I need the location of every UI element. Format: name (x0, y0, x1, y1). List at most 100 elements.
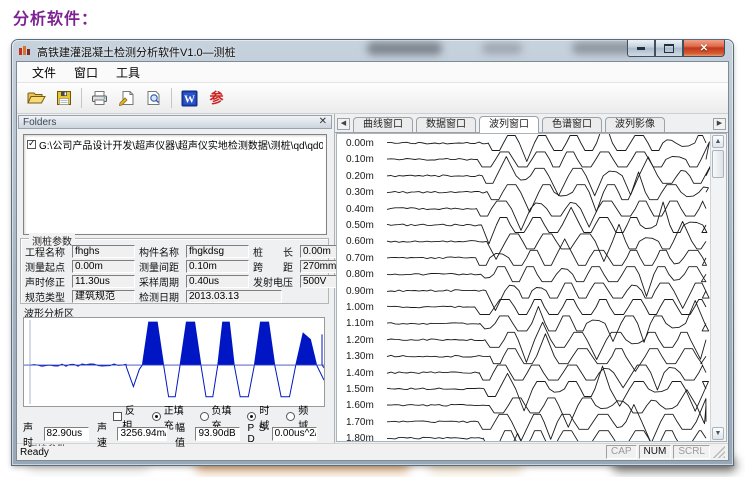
param-field[interactable]: 建筑规范 (72, 290, 135, 303)
scroll-up-icon[interactable]: ▲ (712, 135, 724, 148)
wave-trace-row-19 (387, 433, 706, 441)
toolbar-separator (81, 88, 82, 108)
folder-list-item[interactable]: G:\公司产品设计开发\超声仪器\超声仪实地检测数据\测桩\qd\qd03\qd… (27, 137, 323, 152)
page-heading: 分析软件： (13, 5, 98, 29)
toolbar: W 参 (17, 83, 728, 114)
tab-scroll-right-icon[interactable]: ▶ (713, 118, 726, 130)
depth-label: 0.60m (346, 236, 374, 247)
scroll-down-icon[interactable]: ▼ (712, 427, 724, 440)
print-preview-button[interactable] (140, 86, 167, 111)
tab-1[interactable]: 数据窗口 (416, 117, 476, 132)
readout-field[interactable]: 82.90us (44, 427, 89, 441)
report-page-icon (118, 90, 135, 106)
fill-radio[interactable] (152, 412, 161, 421)
minimize-icon (637, 47, 645, 50)
wave-trace-row-14 (387, 365, 706, 390)
readout-field[interactable]: 93.90dB (195, 427, 239, 441)
depth-label: 1.10m (346, 318, 374, 329)
status-cap: CAP (606, 445, 637, 459)
param-row: 工程名称fhghs构件名称fhgkdsg桩 长0.00m (25, 244, 325, 258)
param-label: 构件名称 (139, 244, 186, 259)
param-field[interactable]: 11.30us (72, 275, 135, 288)
param-label: 采样周期 (139, 274, 186, 289)
tab-0[interactable]: 曲线窗口 (353, 117, 413, 132)
param-field[interactable]: fhghs (72, 245, 135, 258)
readout-label: 幅 值 (175, 419, 193, 449)
open-file-button[interactable] (23, 86, 50, 111)
clipped-groupbox-label: 测桩参数 (27, 441, 67, 446)
depth-label: 0.20m (346, 171, 374, 182)
depth-label: 1.40m (346, 368, 374, 379)
param-label: 发射电压 (253, 274, 300, 289)
menu-item-0[interactable]: 文件 (23, 62, 65, 83)
depth-label: 0.70m (346, 253, 374, 264)
status-num: NUM (639, 445, 672, 459)
pile-params-grid: 工程名称fhghs构件名称fhgkdsg桩 长0.00m测量起点0.00m测量间… (25, 244, 325, 304)
param-field[interactable]: 0.40us (186, 275, 249, 288)
depth-label: 0.90m (346, 286, 374, 297)
printer-icon (91, 90, 108, 106)
depth-label: 1.60m (346, 400, 374, 411)
close-icon: ✕ (700, 43, 708, 54)
menu-item-2[interactable]: 工具 (107, 62, 149, 83)
param-label: 桩 长 (253, 244, 300, 259)
open-folder-icon (27, 90, 46, 106)
app-window-icon (19, 45, 33, 56)
status-bar: Ready CAPNUMSCRL (17, 443, 728, 460)
vertical-scrollbar[interactable]: ▲ ▼ (710, 134, 726, 441)
domain-radio[interactable] (286, 412, 295, 421)
scrollbar-thumb[interactable] (712, 150, 724, 178)
word-icon: W (181, 90, 198, 107)
param-field[interactable]: 2013.03.13 (186, 290, 282, 303)
parameters-button[interactable]: 参 (203, 86, 230, 111)
param-row: 规范类型建筑规范检测日期2013.03.13 (25, 289, 325, 303)
folder-path: G:\公司产品设计开发\超声仪器\超声仪实地检测数据\测桩\qd\qd03\qd… (39, 137, 323, 152)
title-bar[interactable]: 高铁建灌混凝土检测分析软件V1.0—测桩 ✕ (12, 40, 733, 61)
menu-item-1[interactable]: 窗口 (65, 62, 107, 83)
folders-close-icon[interactable]: ✕ (319, 117, 327, 127)
param-field[interactable]: 0.10m (186, 260, 249, 273)
wave-list-area[interactable]: 0.00m0.10m0.20m0.30m0.40m0.50m0.60m0.70m… (336, 133, 727, 442)
maximize-button[interactable] (655, 40, 683, 57)
word-export-button[interactable]: W (176, 86, 203, 111)
waveform-analysis-chart[interactable] (23, 317, 325, 407)
depth-label: 1.00m (346, 302, 374, 313)
tab-strip: ◀ 曲线窗口数据窗口波列窗口色谱窗口波列影像 ▶ (335, 114, 728, 133)
param-label: 测量起点 (25, 259, 72, 274)
print-button[interactable] (86, 86, 113, 111)
wave-trace-row-0 (387, 134, 706, 162)
minimize-button[interactable] (627, 40, 655, 57)
save-file-button[interactable] (50, 86, 77, 111)
wave-trace-row-3 (387, 172, 709, 212)
domain-radio[interactable] (247, 412, 256, 421)
parameters-icon: 参 (210, 88, 224, 108)
depth-label: 1.50m (346, 384, 374, 395)
preview-magnifier-icon (145, 90, 162, 106)
fill-radio[interactable] (200, 412, 209, 421)
param-field[interactable]: 0.00m (72, 260, 135, 273)
depth-label: 1.80m (346, 433, 374, 442)
analysis-wave-line (30, 322, 324, 397)
param-field[interactable]: fhgkdsg (186, 245, 249, 258)
depth-label: 0.30m (346, 187, 374, 198)
depth-label: 0.40m (346, 204, 374, 215)
folders-panel-header[interactable]: Folders ✕ (18, 115, 332, 129)
folder-checkbox[interactable] (27, 140, 36, 149)
folders-list[interactable]: G:\公司产品设计开发\超声仪器\超声仪实地检测数据\测桩\qd\qd03\qd… (23, 134, 327, 235)
tab-3[interactable]: 色谱窗口 (542, 117, 602, 132)
maximize-icon (664, 44, 674, 53)
tab-scroll-left-icon[interactable]: ◀ (337, 118, 350, 130)
wave-trace-row-10 (387, 300, 706, 315)
menu-bar: 文件窗口工具 (17, 62, 728, 83)
export-report-button[interactable] (113, 86, 140, 111)
readout-field[interactable]: 0.00us^2/m (272, 427, 317, 441)
close-button[interactable]: ✕ (683, 40, 725, 57)
desktop-background: 分析软件： 高铁建灌混凝土检测分析软件V1.0—测桩 ✕ 文件窗口工具 (0, 0, 745, 477)
wave-trace-row-4 (387, 201, 706, 230)
tab-4[interactable]: 波列影像 (605, 117, 665, 132)
tab-2[interactable]: 波列窗口 (479, 116, 539, 133)
readout-field[interactable]: 3256.94m/s (117, 427, 167, 441)
app-window: 高铁建灌混凝土检测分析软件V1.0—测桩 ✕ 文件窗口工具 (12, 40, 733, 465)
analysis-wave-positive-fill (30, 322, 324, 365)
resize-grip[interactable] (713, 446, 725, 458)
